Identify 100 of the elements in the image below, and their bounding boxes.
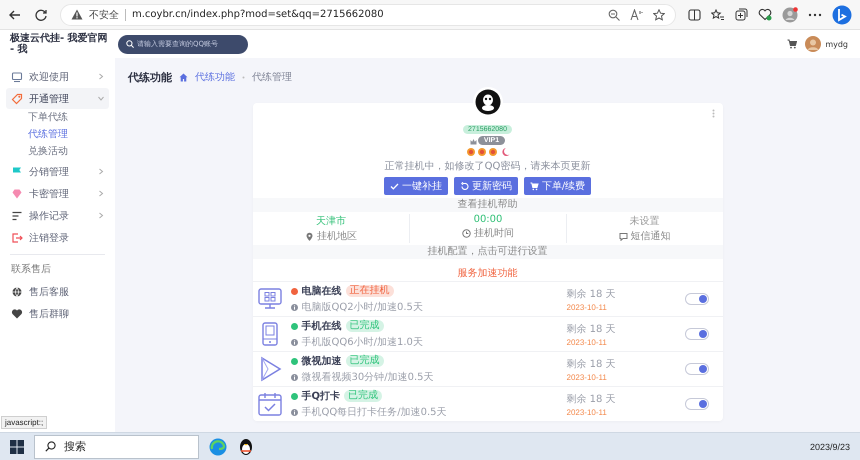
heart-icon[interactable] xyxy=(758,8,772,21)
sidebar-item[interactable]: 售后客服 xyxy=(6,281,109,302)
stat-label: 短信通知 xyxy=(630,230,671,243)
more-icon[interactable] xyxy=(808,12,822,16)
taskbar-date: 2023/9/23 xyxy=(810,442,850,452)
profile-icon[interactable] xyxy=(782,6,798,22)
sidebar-app-icon[interactable] xyxy=(832,4,852,24)
status-tag: 已完成 xyxy=(346,320,384,332)
stat-value: 天津市 xyxy=(316,214,346,228)
user-avatar xyxy=(805,36,822,52)
toggle-switch[interactable] xyxy=(684,328,708,340)
remaining-days: 剩余 18 天 xyxy=(566,356,676,370)
status-tag: 已完成 xyxy=(344,390,382,402)
clock-icon xyxy=(462,228,471,238)
globe-icon xyxy=(11,286,23,298)
remaining-days: 剩余 18 天 xyxy=(566,322,676,336)
toggle-switch[interactable] xyxy=(684,398,708,410)
refresh-icon xyxy=(460,182,469,190)
submenu-item[interactable]: 下单代练 xyxy=(6,110,109,126)
level-icons-drawing xyxy=(466,147,510,157)
monitor-icon xyxy=(11,70,23,82)
address-bar[interactable]: 不安全 m.coybr.cn/index.php?mod=set&qq=2715662080 xyxy=(60,4,676,26)
section-title: 联系售后 xyxy=(10,262,52,277)
service-description: 手机QQ每日打卡任务/加速0.5天 xyxy=(302,406,447,419)
breadcrumb-separator-icon xyxy=(242,76,245,78)
security-label: 不安全 xyxy=(89,8,119,22)
submenu-item[interactable]: 代练管理 xyxy=(6,127,109,143)
cart-icon[interactable] xyxy=(787,39,798,49)
taskbar-search-field[interactable]: 搜索 xyxy=(34,434,199,458)
stat-label: 挂机时间 xyxy=(474,226,514,240)
sidebar-item[interactable]: 分销管理 xyxy=(6,161,109,182)
service-description: 微视看视频30分钟/加速0.5天 xyxy=(302,370,434,384)
service-description: 手机版QQ6小时/加速1.0天 xyxy=(302,336,423,349)
sidebar-item[interactable]: 售后群聊 xyxy=(6,303,109,324)
url-text: m.coybr.cn/index.php?mod=set&qq=2715662080 xyxy=(132,9,385,20)
service-name: 微视加速 xyxy=(302,354,342,368)
breadcrumb-link[interactable]: 代练管理 xyxy=(252,70,292,84)
sidebar-item[interactable]: 开通管理 xyxy=(6,88,109,109)
home-icon[interactable] xyxy=(179,72,188,82)
search-icon xyxy=(126,40,134,48)
toggle-switch[interactable] xyxy=(684,363,708,375)
zoom-icon[interactable] xyxy=(608,8,620,20)
remaining-days: 剩余 18 天 xyxy=(566,392,676,406)
windows-start-icon[interactable] xyxy=(10,440,24,454)
stat-value: 未设置 xyxy=(630,214,660,228)
action-button[interactable]: 下单/续费 xyxy=(524,177,592,195)
status-tag: 正在挂机 xyxy=(346,285,394,297)
gem-icon xyxy=(11,188,23,200)
pin-icon xyxy=(304,232,314,240)
remaining-days: 剩余 18 天 xyxy=(566,286,676,300)
breadcrumb-link[interactable]: 代练功能 xyxy=(195,70,235,84)
warning-icon xyxy=(71,9,83,20)
service-name: 电脑在线 xyxy=(302,284,342,298)
cart-icon xyxy=(530,182,539,190)
toggle-switch[interactable] xyxy=(684,293,708,305)
favorites-icon[interactable] xyxy=(711,8,725,20)
expiry-date: 2023-10-11 xyxy=(566,408,608,416)
status-tag: 已完成 xyxy=(346,355,384,367)
sidebar-item[interactable]: 卡密管理 xyxy=(6,183,109,204)
submenu-item[interactable]: 兑换活动 xyxy=(6,144,109,160)
action-button[interactable]: 一键补挂 xyxy=(384,177,448,195)
page-title: 代练功能 xyxy=(128,70,172,84)
search-icon xyxy=(45,441,56,452)
info-icon xyxy=(290,338,298,346)
expiry-date: 2023-10-11 xyxy=(566,302,608,312)
info-icon xyxy=(290,374,298,380)
service-name: 手机在线 xyxy=(302,320,342,333)
status-message: 正常挂机中，如修改了QQ密码，请来本页更新 xyxy=(384,160,590,173)
refresh-icon[interactable] xyxy=(34,8,48,22)
crown-icon xyxy=(470,138,477,145)
info-icon xyxy=(290,304,298,310)
browser-icon[interactable] xyxy=(209,438,227,456)
info-icon xyxy=(290,408,298,416)
stat-label: 挂机地区 xyxy=(316,230,357,243)
penguin-app-icon[interactable] xyxy=(237,438,255,456)
check-icon xyxy=(390,182,399,190)
list-icon xyxy=(11,210,23,222)
favorite-star-icon[interactable] xyxy=(653,8,665,20)
action-button[interactable]: 更新密码 xyxy=(454,177,518,195)
sidebar-item[interactable]: 操作记录 xyxy=(6,205,109,226)
section-title: 服务加速功能 xyxy=(458,268,518,279)
calendar-icon xyxy=(256,391,282,417)
back-icon[interactable] xyxy=(8,8,22,22)
service-name: 手Q打卡 xyxy=(302,390,340,403)
read-aloud-icon[interactable] xyxy=(630,8,643,20)
message-icon xyxy=(618,232,628,240)
split-screen-icon[interactable] xyxy=(688,8,701,20)
expiry-date: 2023-10-11 xyxy=(566,338,608,346)
service-description: 电脑版QQ2小时/加速0.5天 xyxy=(302,300,423,314)
user-name[interactable]: mydg xyxy=(825,40,848,48)
logout-icon xyxy=(11,232,23,244)
status-url-tooltip: javascript:; xyxy=(1,416,48,429)
help-link[interactable]: 查看挂机帮助 xyxy=(458,198,518,212)
site-title: 极速云代挂- 我爱官网 - 我 xyxy=(8,33,109,55)
tag-icon xyxy=(11,92,23,104)
sidebar-item[interactable]: 注销登录 xyxy=(6,227,109,248)
stat-value: 00:00 xyxy=(474,214,502,225)
sidebar-item[interactable]: 欢迎使用 xyxy=(6,66,109,87)
heart-icon xyxy=(11,308,23,320)
collections-icon[interactable] xyxy=(735,8,748,21)
